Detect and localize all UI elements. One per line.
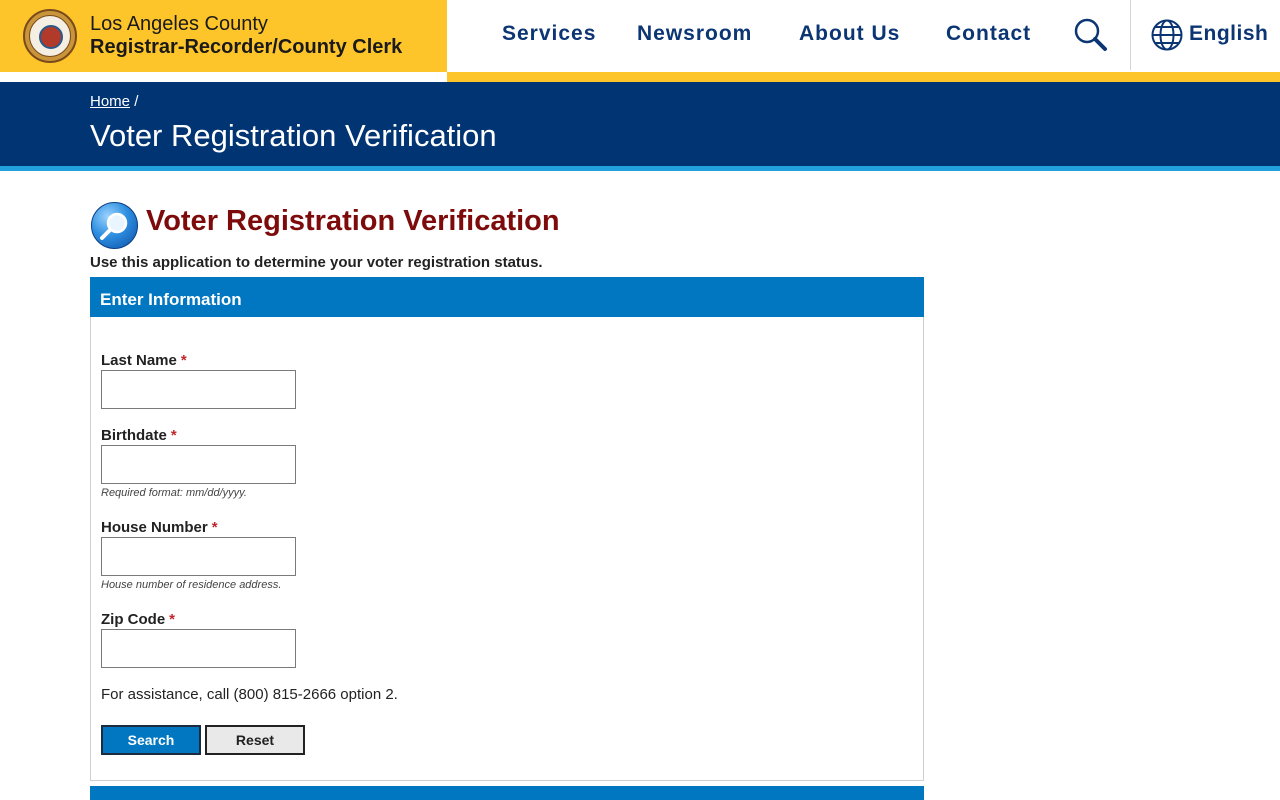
zip-code-input[interactable] [101, 629, 296, 668]
search-icon[interactable] [1073, 17, 1109, 53]
nav-divider [1130, 0, 1131, 70]
house-number-hint: House number of residence address. [101, 579, 282, 591]
nav-services[interactable]: Services [502, 22, 596, 46]
breadcrumb-separator: / [134, 93, 139, 110]
form-panel-header: Enter Information [90, 277, 924, 317]
globe-icon [1151, 19, 1183, 51]
brand-county-name[interactable]: Los Angeles County [90, 13, 268, 36]
brand-department-name[interactable]: Registrar-Recorder/County Clerk [90, 36, 402, 59]
reset-button[interactable]: Reset [205, 725, 305, 755]
brand-block[interactable]: Los Angeles County Registrar-Recorder/Co… [0, 0, 447, 72]
banner-accent-stripe [0, 166, 1280, 171]
birthdate-input[interactable] [101, 445, 296, 484]
last-name-input[interactable] [101, 370, 296, 409]
nav-contact[interactable]: Contact [946, 22, 1031, 46]
breadcrumb: Home / [90, 93, 138, 110]
required-marker: * [169, 611, 176, 628]
magnifier-icon [91, 202, 138, 249]
page-banner: Home / Voter Registration Verification [0, 82, 1280, 166]
zip-code-label: Zip Code * [101, 611, 176, 628]
page-title: Voter Registration Verification [146, 205, 560, 237]
search-button[interactable]: Search [101, 725, 201, 755]
nav-newsroom[interactable]: Newsroom [637, 22, 752, 46]
birthdate-label: Birthdate * [101, 427, 177, 444]
nav-about-us[interactable]: About Us [799, 22, 900, 46]
site-header: Los Angeles County Registrar-Recorder/Co… [0, 0, 1280, 82]
house-number-label: House Number * [101, 519, 218, 536]
intro-text: Use this application to determine your v… [90, 254, 543, 271]
last-name-label: Last Name * [101, 352, 187, 369]
form-panel-title: Enter Information [100, 290, 242, 309]
required-marker: * [180, 352, 187, 369]
house-number-input[interactable] [101, 537, 296, 576]
breadcrumb-home-link[interactable]: Home [90, 93, 130, 110]
header-accent-strip [447, 72, 1280, 82]
birthdate-hint: Required format: mm/dd/yyyy. [101, 487, 247, 499]
required-marker: * [211, 519, 218, 536]
assistance-text: For assistance, call (800) 815-2666 opti… [101, 686, 398, 703]
language-label[interactable]: English [1189, 22, 1268, 46]
banner-title: Voter Registration Verification [90, 118, 497, 153]
required-marker: * [170, 427, 177, 444]
main-nav: Services Newsroom About Us Contact Engli… [447, 0, 1280, 72]
county-seal-logo[interactable] [23, 9, 77, 63]
results-panel-header [90, 786, 924, 800]
